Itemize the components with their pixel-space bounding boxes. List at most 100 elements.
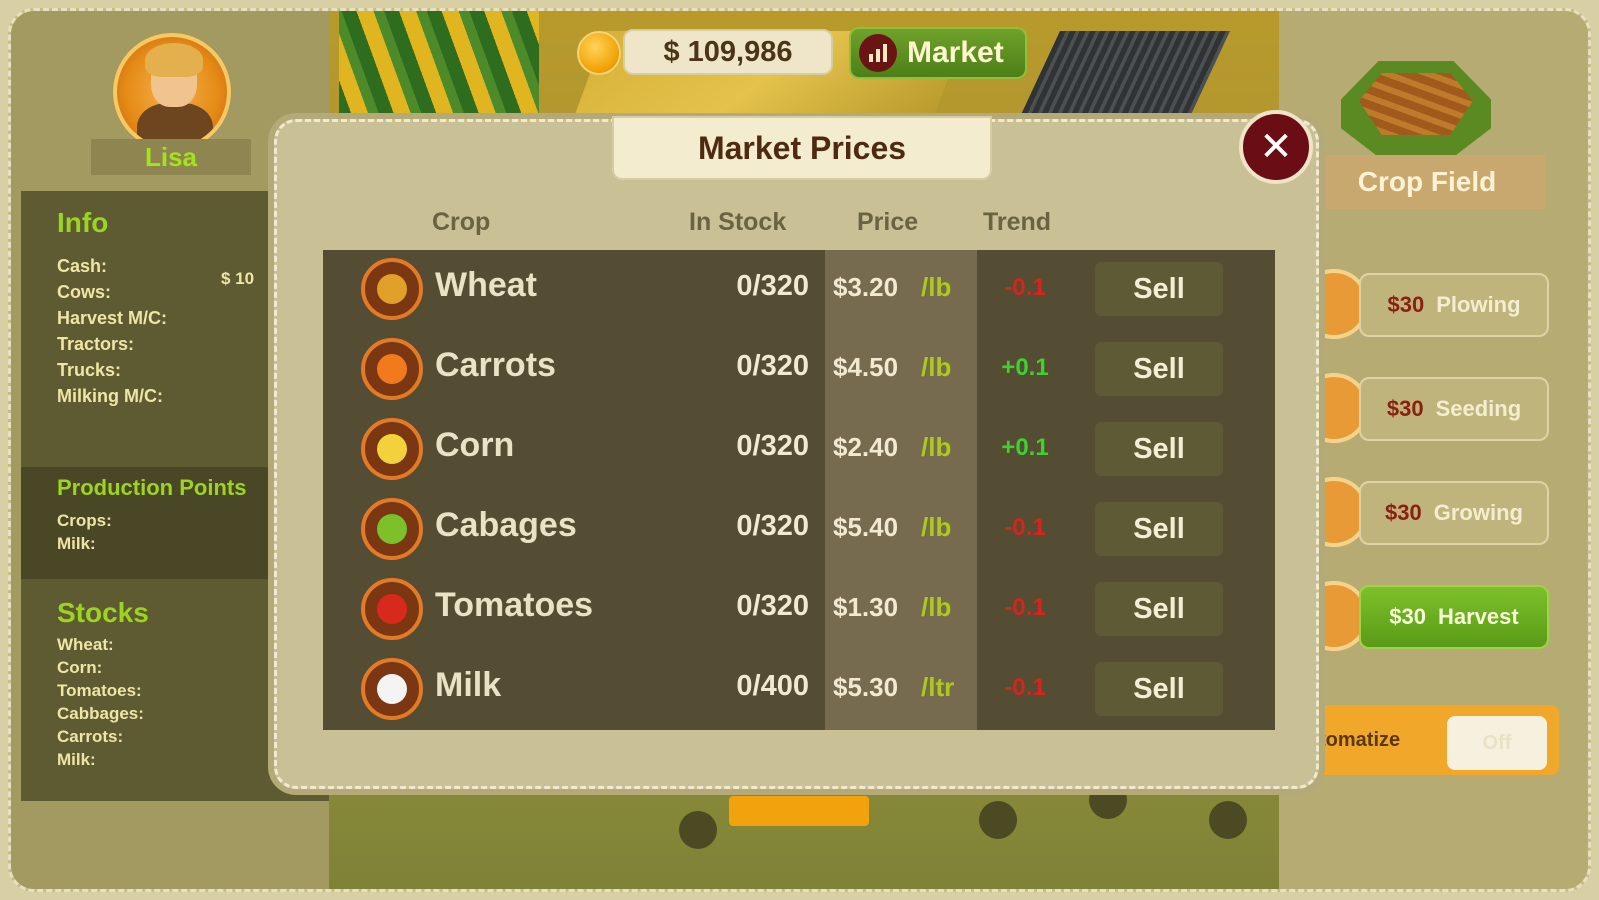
market-row-milk: Milk 0/400 $5.30/ltr -0.1 Sell [323,650,1275,730]
stock-value: 0/320 [736,350,809,382]
crop-name: Wheat [435,266,537,304]
market-row-wheat: Wheat 0/320 $3.20/lb -0.1 Sell [323,250,1275,330]
price-unit: /ltr [921,672,955,702]
sell-button[interactable]: Sell [1095,422,1223,476]
info-title: Info [57,207,109,238]
info-item: Harvest M/C: [57,308,168,328]
trend-value: -0.1 [1004,594,1046,621]
cornfield-graphic [339,11,539,121]
market-row-carrots: Carrots 0/320 $4.50/lb +0.1 Sell [323,330,1275,410]
price-value: $4.50 [833,352,899,382]
milk-icon [361,658,423,720]
sell-button[interactable]: Sell [1095,342,1223,396]
market-row-tomatoes: Tomatoes 0/320 $1.30/lb -0.1 Sell [323,570,1275,650]
close-button[interactable]: ✕ [1239,110,1313,184]
market-prices-dialog: Market Prices Crop In Stock Price Trend … [274,116,1319,789]
stock-value: 0/320 [736,270,809,302]
crop-name: Cabages [435,506,577,544]
corn-glyph [377,434,407,464]
column-header-trend: Trend [983,208,1052,236]
sell-button[interactable]: Sell [1095,582,1223,636]
production-item: Crops: [57,511,112,530]
price-unit: /lb [921,352,952,382]
market-row-corn: Corn 0/320 $2.40/lb +0.1 Sell [323,410,1275,490]
automate-label: tomatize [1319,729,1401,751]
tree-graphic [1209,801,1247,839]
tree-graphic [979,801,1017,839]
action-label: Seeding [1435,396,1522,421]
action-button-growing[interactable]: $30 Growing [1359,481,1549,545]
price-value: $3.20 [833,272,899,302]
tomato-glyph [377,594,407,624]
crop-name: Carrots [435,346,556,384]
sell-button[interactable]: Sell [1095,502,1223,556]
info-item: Tractors: [57,334,135,354]
info-list: Cash: Cows: Harvest M/C: Tractors: Trucks: Mi… [57,253,167,409]
column-header-stock: In Stock [689,208,787,236]
action-cost: $30 [1387,292,1425,317]
market-button-label: Market [907,36,1004,69]
stock-item: Tomatoes: [57,681,142,700]
action-label: Harvest [1438,604,1519,629]
info-item: Milking M/C: [57,386,163,406]
wheat-glyph [377,274,407,304]
cabbage-glyph [377,514,407,544]
action-label: Growing [1433,500,1523,525]
stock-item: Cabbages: [57,704,144,723]
stocks-section: Stocks Wheat: Corn: Tomatoes: Cabbages: Carr… [57,597,149,771]
action-cost: $30 [1385,500,1422,525]
stock-value: 0/320 [736,430,809,462]
cabbage-icon [361,498,423,560]
corn-icon [361,418,423,480]
milk-glyph [377,674,407,704]
price-unit: /lb [921,272,952,302]
crop-name: Corn [435,426,515,464]
carrot-icon [361,338,423,400]
column-header-price: Price [857,208,919,236]
action-cost: $30 [1386,396,1424,421]
player-avatar[interactable] [113,33,231,151]
trend-value: +0.1 [1001,354,1049,381]
stock-value: 0/320 [736,510,809,542]
price-value: $5.30 [833,672,899,702]
sell-button[interactable]: Sell [1095,662,1223,716]
trend-value: -0.1 [1004,274,1046,301]
stock-item: Corn: [57,658,103,677]
column-header-crop: Crop [432,208,491,236]
stock-item: Carrots: [57,727,124,746]
info-item: Cows: [57,282,111,302]
crop-field-icon[interactable] [1341,61,1491,157]
carrot-glyph [377,354,407,384]
trend-value: +0.1 [1001,434,1049,461]
market-table: Wheat 0/320 $3.20/lb -0.1 Sell Carrots 0/320 $4… [323,250,1275,730]
market-button[interactable]: Market [849,27,1027,79]
crop-name: Tomatoes [435,586,594,624]
production-list: Crops: Milk: [57,509,246,555]
cash-value: $ 10 [221,269,255,288]
stocks-list: Wheat: Corn: Tomatoes: Cabbages: Carrots: Mil… [57,633,149,771]
action-button-harvest[interactable]: $30 Harvest [1359,585,1549,649]
wheat-icon [361,258,423,320]
trend-value: -0.1 [1004,674,1046,701]
price-unit: /lb [921,512,952,542]
automate-toggle[interactable]: Off [1447,716,1547,770]
coin-icon [577,31,621,75]
production-item: Milk: [57,534,96,553]
stocks-title: Stocks [57,597,149,628]
sell-button[interactable]: Sell [1095,262,1223,316]
trend-value: -0.1 [1004,514,1046,541]
hud-strip [729,796,869,826]
crop-field-label: Crop Field [1309,155,1545,209]
tree-graphic [679,811,717,849]
production-title: Production Points [57,475,247,500]
close-icon: ✕ [1259,124,1293,170]
stock-value: 0/400 [736,670,809,702]
price-unit: /lb [921,432,952,462]
action-button-plowing[interactable]: $30 Plowing [1359,273,1549,337]
market-row-cabages: Cabages 0/320 $5.40/lb -0.1 Sell [323,490,1275,570]
tomato-icon [361,578,423,640]
cash-display: $ 109,986 [623,29,833,75]
price-value: $2.40 [833,432,899,462]
action-button-seeding[interactable]: $30 Seeding [1359,377,1549,441]
price-value: $1.30 [833,592,899,622]
